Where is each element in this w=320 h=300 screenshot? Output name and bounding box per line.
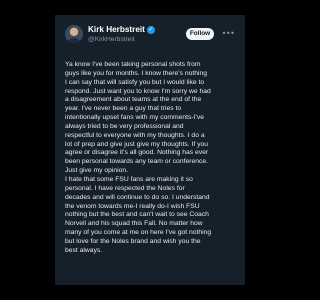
post-text-line: personal. I have respected the Noles for <box>65 184 185 192</box>
post-text-line: many of you come at me on here I've got … <box>65 229 212 237</box>
post-header: Kirk Herbstreit ✓ @KirkHerbstreit Follow… <box>65 25 237 47</box>
post-text-line: agree or disagree it's all good. Nothing… <box>65 149 209 157</box>
author-display-name[interactable]: Kirk Herbstreit <box>88 25 145 35</box>
post-text-line: respectful to everyone with my thoughts.… <box>65 131 205 139</box>
post-text-line: year. I've never been a guy that tries t… <box>65 105 182 113</box>
follow-button[interactable]: Follow <box>186 28 214 40</box>
author-info: Kirk Herbstreit ✓ @KirkHerbstreit <box>88 25 198 44</box>
profile-avatar[interactable] <box>65 25 83 43</box>
post-text-line: lot of prep and give just give my though… <box>65 140 208 148</box>
more-options-icon[interactable]: ••• <box>221 28 235 40</box>
post-text-line: a disagreement about teams at the end of… <box>65 96 202 104</box>
post-text-line: Just give my opinion. <box>65 167 129 175</box>
verified-badge-icon: ✓ <box>146 26 155 34</box>
avatar-shoulders <box>67 38 81 43</box>
post-text-line: decades and will continue to do so. I un… <box>65 193 210 201</box>
author-handle[interactable]: @KirkHerbstreit <box>88 35 198 44</box>
post-text-line: nothing but the best and can't wait to s… <box>65 211 209 219</box>
post-text-line: I can say that will satisfy you but I wo… <box>65 78 205 86</box>
post-text-line: best always. <box>65 246 103 254</box>
post-text-line: respond. Just want you to know I'm sorry… <box>65 87 211 95</box>
screenshot-background: Kirk Herbstreit ✓ @KirkHerbstreit Follow… <box>0 0 300 300</box>
post-text-line: intentionally upset fans with my comment… <box>65 114 204 122</box>
post-text-line: but love for the Noles brand and wish yo… <box>65 237 201 245</box>
post-text-line: been personal towards any team or confer… <box>65 158 208 166</box>
post-text-line: guys like you for months. I know there's… <box>65 69 207 77</box>
post-text-line: the venom towards me-I really do-I wish … <box>65 202 200 210</box>
post-text-line: Norvell and his squad this Fall. No matt… <box>65 220 203 228</box>
post-text-line: Ya know I've been taking personal shots … <box>65 61 201 68</box>
post-card: Kirk Herbstreit ✓ @KirkHerbstreit Follow… <box>55 15 245 285</box>
post-text-line: I hate that some FSU fans are making it … <box>65 175 193 183</box>
post-text-line: always tried to be very professional and <box>65 122 184 130</box>
display-name-row: Kirk Herbstreit ✓ <box>88 25 198 35</box>
post-text: Ya know I've been taking personal shots … <box>65 61 239 256</box>
